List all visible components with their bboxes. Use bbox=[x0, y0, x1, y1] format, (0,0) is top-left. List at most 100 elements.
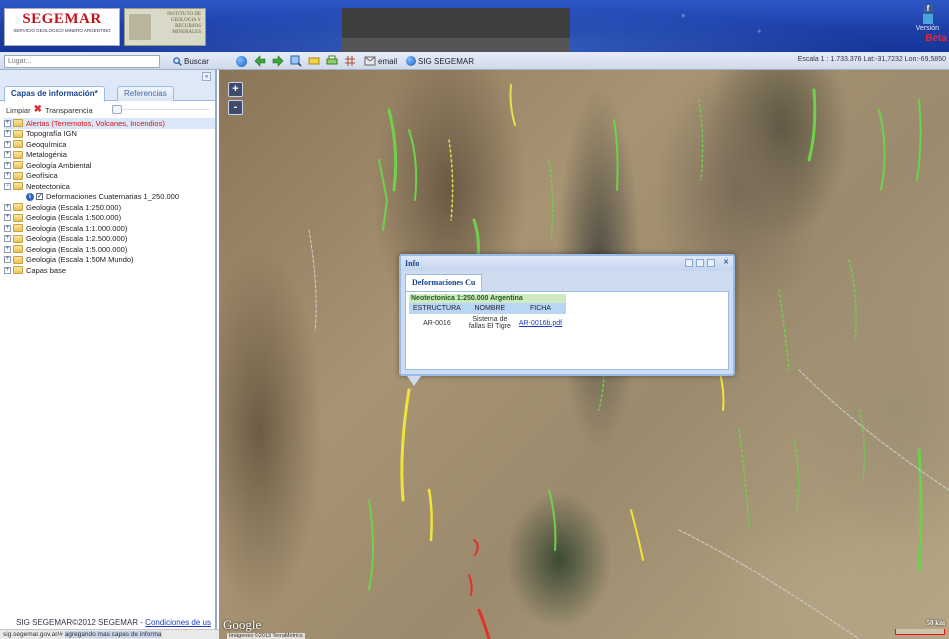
fault-line bbox=[408, 129, 418, 201]
back-button[interactable] bbox=[254, 54, 266, 68]
fault-line bbox=[448, 139, 454, 221]
window-collapse-icon[interactable] bbox=[685, 259, 693, 267]
clear-x-icon[interactable]: ✖ bbox=[34, 104, 42, 115]
fault-line bbox=[378, 159, 389, 231]
zoom-in-button[interactable]: + bbox=[228, 82, 243, 97]
tree-node-label: Geologia (Escala 1:5.000.000) bbox=[26, 244, 128, 254]
info-window-title[interactable]: Info × bbox=[401, 256, 733, 271]
tree-node-label: Geoquímica bbox=[26, 139, 67, 149]
expand-icon[interactable]: + bbox=[4, 140, 11, 148]
tree-node-label: Geologia (Escala 1:2.500.000) bbox=[26, 234, 128, 244]
forward-button[interactable] bbox=[272, 54, 284, 68]
collapse-icon[interactable]: − bbox=[4, 182, 11, 190]
google-logo: Google bbox=[223, 617, 262, 632]
expand-icon[interactable]: + bbox=[4, 119, 11, 127]
fault-line bbox=[916, 99, 922, 181]
cell-nombre-line1: Sistema de bbox=[472, 316, 508, 323]
tree-node-geoquimica[interactable]: + Geoquímica bbox=[4, 139, 215, 150]
expand-icon[interactable]: + bbox=[4, 256, 11, 264]
tree-node-geologia-1000000[interactable]: + Geologia (Escala 1:1.000.000) bbox=[4, 223, 215, 234]
tree-node-geologia-50m[interactable]: + Geologia (Escala 1:50M Mundo) bbox=[4, 255, 215, 266]
print-button[interactable] bbox=[326, 54, 338, 68]
segemar-logo[interactable]: SEGEMAR SERVICIO GEOLÓGICO MINERO ARGENT… bbox=[4, 8, 120, 46]
expand-icon[interactable]: + bbox=[4, 266, 11, 274]
terms-link[interactable]: Condiciones de us bbox=[145, 618, 211, 627]
tree-node-geologia-500000[interactable]: + Geologia (Escala 1:500.000) bbox=[4, 213, 215, 224]
expand-icon[interactable]: + bbox=[4, 224, 11, 232]
fault-line bbox=[630, 509, 644, 561]
window-restore-icon[interactable] bbox=[696, 259, 704, 267]
tree-node-geologia-5000000[interactable]: + Geologia (Escala 1:5.000.000) bbox=[4, 244, 215, 255]
tree-node-alertas[interactable]: + Alertas (Terremotos, Volcanes, Incendio… bbox=[4, 118, 215, 129]
cell-ficha: AR-0016b.pdf bbox=[515, 314, 566, 332]
folder-icon bbox=[13, 140, 23, 149]
folder-icon bbox=[13, 129, 23, 138]
fault-line bbox=[368, 499, 374, 591]
tree-node-geologia-ambiental[interactable]: + Geología Ambiental bbox=[4, 160, 215, 171]
expand-icon[interactable]: + bbox=[4, 203, 11, 211]
fault-line bbox=[387, 108, 398, 192]
expand-icon[interactable]: + bbox=[4, 245, 11, 253]
segemar-logo-subtitle: SERVICIO GEOLÓGICO MINERO ARGENTINO bbox=[13, 28, 111, 33]
zoom-out-button[interactable]: - bbox=[228, 100, 243, 115]
email-button-label: email bbox=[378, 56, 398, 66]
transparency-slider-handle[interactable] bbox=[112, 105, 122, 114]
expand-icon[interactable]: + bbox=[4, 130, 11, 138]
folder-icon bbox=[13, 119, 23, 128]
tab-capas[interactable]: Capas de información* bbox=[4, 86, 105, 102]
zoom-box-button[interactable] bbox=[290, 54, 302, 68]
road-line bbox=[798, 369, 949, 491]
tree-node-geologia-250000[interactable]: + Geologia (Escala 1:250.000) bbox=[4, 202, 215, 213]
expand-icon[interactable]: + bbox=[4, 235, 11, 243]
twitter-icon[interactable] bbox=[923, 14, 933, 24]
fault-line bbox=[807, 88, 817, 162]
email-icon bbox=[364, 56, 376, 66]
folder-icon bbox=[13, 245, 23, 254]
tree-node-deformaciones[interactable]: i ✓ Deformaciones Cuaternarias 1_250.000 bbox=[4, 192, 215, 203]
place-search-input[interactable] bbox=[4, 55, 160, 68]
window-maximize-icon[interactable] bbox=[707, 259, 715, 267]
tree-node-capas-base[interactable]: + Capas base bbox=[4, 265, 215, 276]
col-nombre: NOMBRE bbox=[464, 303, 515, 314]
info-window-body: Neotectonica 1:250.000 Argentina ESTRUCT… bbox=[405, 291, 729, 370]
expand-icon[interactable]: + bbox=[4, 172, 11, 180]
grid-button[interactable] bbox=[344, 54, 356, 68]
tree-node-topografia[interactable]: + Topografía IGN bbox=[4, 129, 215, 140]
measure-button[interactable] bbox=[308, 54, 320, 68]
tab-referencias[interactable]: Referencias bbox=[117, 86, 174, 101]
window-close-icon[interactable]: × bbox=[723, 257, 729, 268]
tree-node-geologia-2500000[interactable]: + Geologia (Escala 1:2.500.000) bbox=[4, 234, 215, 245]
tree-node-geofisica[interactable]: + Geofísica bbox=[4, 171, 215, 182]
scale-label: 50 km bbox=[926, 619, 945, 627]
globe-button[interactable] bbox=[236, 54, 247, 68]
transparency-slider-track[interactable] bbox=[122, 109, 210, 110]
expand-icon[interactable]: + bbox=[4, 214, 11, 222]
version-value: Beta bbox=[925, 33, 947, 44]
tree-node-metalogenia[interactable]: + Metalogénia bbox=[4, 150, 215, 161]
layer-tree: + Alertas (Terremotos, Volcanes, Incendio… bbox=[0, 116, 215, 276]
expand-icon[interactable]: + bbox=[4, 161, 11, 169]
tree-node-label: Topografía IGN bbox=[26, 129, 77, 139]
fault-line bbox=[548, 159, 554, 241]
fault-line bbox=[400, 388, 411, 502]
email-button[interactable]: email bbox=[364, 54, 397, 68]
map-scalebar: 50 km bbox=[883, 619, 945, 635]
folder-icon bbox=[13, 150, 23, 159]
tree-node-label: Deformaciones Cuaternarias 1_250.000 bbox=[46, 192, 179, 202]
facebook-icon[interactable]: f bbox=[923, 4, 933, 14]
folder-icon bbox=[13, 234, 23, 243]
ficha-pdf-link[interactable]: AR-0016b.pdf bbox=[519, 320, 562, 327]
info-icon[interactable]: i bbox=[26, 192, 34, 201]
info-window[interactable]: Info × Deformaciones Cu Neotectonica 1:2… bbox=[399, 254, 735, 376]
tree-node-neotectonica[interactable]: − Neotectonica bbox=[4, 181, 215, 192]
institute-logo[interactable]: INSTITUTO DE GEOLOGIA Y RECURSOS MINERAL… bbox=[124, 8, 206, 46]
sig-segemar-button[interactable]: SIG SEGEMAR bbox=[406, 54, 474, 68]
collapse-sidebar-button[interactable]: « bbox=[202, 72, 211, 81]
layer-checkbox[interactable]: ✓ bbox=[36, 193, 43, 201]
fault-line bbox=[613, 119, 619, 191]
clear-label[interactable]: Limpiar bbox=[6, 106, 31, 115]
expand-icon[interactable]: + bbox=[4, 151, 11, 159]
info-tab-deformaciones[interactable]: Deformaciones Cu bbox=[405, 274, 483, 291]
help-globe-icon bbox=[406, 56, 416, 66]
search-button[interactable]: Buscar bbox=[173, 54, 209, 68]
